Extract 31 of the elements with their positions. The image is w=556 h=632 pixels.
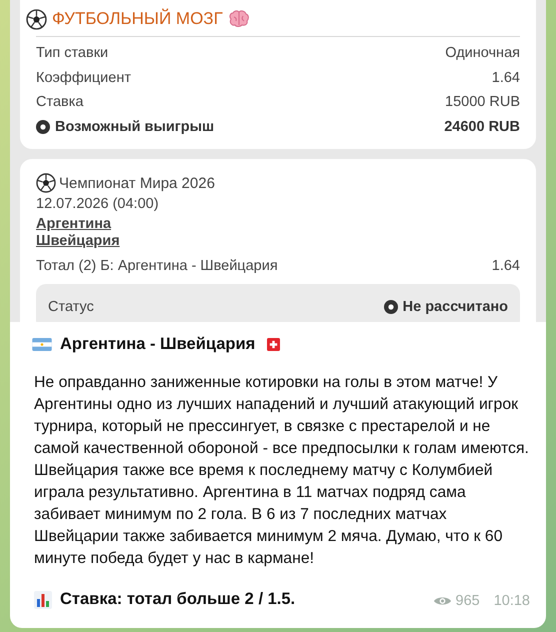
- bar-chart-icon: [34, 590, 52, 608]
- summary-label: Возможный выигрыш: [55, 118, 214, 135]
- market-name: Тотал (2) Б: Аргентина - Швейцария: [36, 258, 278, 274]
- summary-value: 1.64: [492, 70, 520, 86]
- post-title: Аргентина - Швейцария: [60, 334, 256, 354]
- summary-label: Ставка: [36, 94, 84, 110]
- soccer-ball-icon: [36, 173, 56, 193]
- post-time: 10:18: [494, 593, 530, 609]
- match-date: 12.07.2026 (04:00): [36, 196, 160, 212]
- soccer-ball-icon: [26, 8, 47, 30]
- summary-value: 15000 RUB: [445, 94, 520, 110]
- swiss-flag-icon: [267, 338, 280, 350]
- team-link[interactable]: Швейцария: [36, 233, 120, 250]
- status-value: Не рассчитано: [402, 299, 508, 315]
- view-count: 965: [456, 593, 480, 609]
- summary-value: Одиночная: [445, 45, 520, 62]
- eye-icon: [432, 595, 452, 607]
- bet-summary: Ставка: тотал больше 2 / 1.5.: [60, 590, 296, 609]
- radio-dot-icon: [384, 300, 398, 314]
- team-link[interactable]: Аргентина: [36, 216, 112, 233]
- summary-value: 24600 RUB: [444, 118, 520, 135]
- summary-label: Коэффициент: [36, 70, 131, 86]
- brain-icon: [228, 10, 250, 28]
- argentina-flag-icon: [32, 338, 52, 350]
- tournament-name: Чемпионат Мира 2026: [59, 174, 215, 192]
- market-odds: 1.64: [492, 258, 520, 274]
- summary-label: Тип ставки: [36, 45, 108, 62]
- status-label: Статус: [48, 299, 94, 315]
- brand-title: ФУТБОЛЬНЫЙ МОЗГ: [52, 9, 223, 29]
- radio-dot-icon: [36, 120, 50, 134]
- post-text: Не оправданно заниженные котировки на голы в этом матче! У Аргентины одно из лучших нападений и лучший атакующий игрок турнира, который не прессингует, в связке с престарелой и не самой качественной обороной - все предпосылки к голам имеются. Швейцария также все время к последнему матчу с Колумбией играла результативно. Аргентина в 11 матчах подряд сама забивает минимум по 2 гола. В 6 из 7 последних матчах Швейцарии также забивается минимум 2 мяча. Думаю, что к 60 минуте победа будет у нас в кармане!: [34, 373, 530, 569]
